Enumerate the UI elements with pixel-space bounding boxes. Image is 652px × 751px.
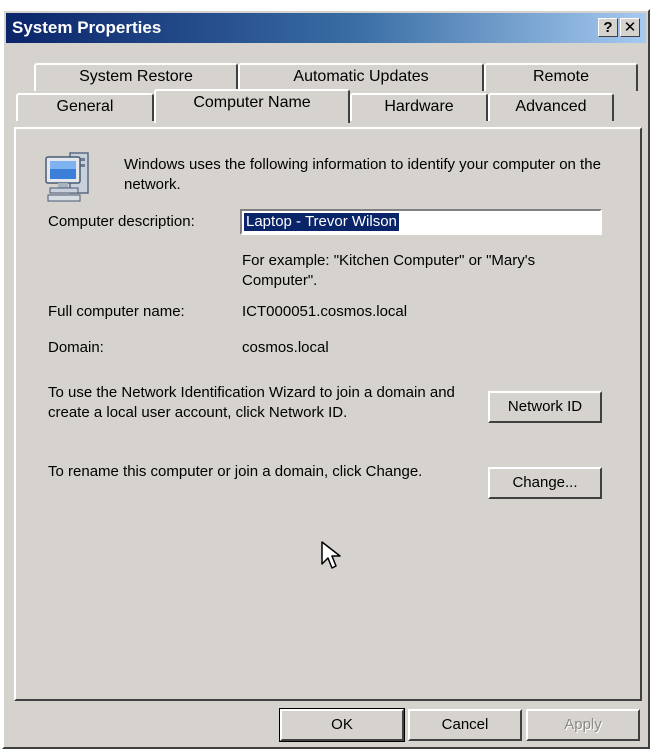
tab-hardware[interactable]: Hardware [350, 93, 488, 121]
network-id-text: To use the Network Identification Wizard… [48, 384, 455, 421]
domain-value: cosmos.local [242, 339, 329, 356]
intro-text: Windows uses the following information t… [124, 156, 601, 193]
cancel-button[interactable]: Cancel [408, 709, 522, 741]
tab-advanced[interactable]: Advanced [488, 93, 614, 121]
window-title: System Properties [12, 18, 162, 37]
selected-text: Laptop - Trevor Wilson [244, 213, 399, 231]
tab-general[interactable]: General [16, 93, 154, 121]
rename-text: To rename this computer or join a domain… [48, 463, 423, 480]
help-button[interactable]: ? [598, 18, 618, 37]
system-properties-window: System Properties ? ✕ System Restore Aut… [2, 9, 650, 749]
close-button[interactable]: ✕ [620, 18, 640, 37]
computer-description-label: Computer description: [48, 213, 195, 230]
network-id-button[interactable]: Network ID [488, 391, 602, 423]
tab-system-restore[interactable]: System Restore [34, 63, 238, 91]
computer-description-input[interactable]: Laptop - Trevor Wilson [240, 209, 602, 235]
example-text: For example: "Kitchen Computer" or "Mary… [242, 252, 536, 289]
change-button[interactable]: Change... [488, 467, 602, 499]
apply-button[interactable]: Apply [526, 709, 640, 741]
domain-label: Domain: [48, 339, 104, 356]
title-bar[interactable]: System Properties ? ✕ [6, 13, 646, 43]
tab-remote[interactable]: Remote [484, 63, 638, 91]
mouse-pointer-icon [321, 541, 341, 569]
ok-button[interactable]: OK [279, 708, 405, 742]
full-computer-name-value: ICT000051.cosmos.local [242, 303, 408, 320]
top-strip [0, 0, 652, 7]
tab-computer-name[interactable]: Computer Name [154, 89, 350, 123]
computer-name-panel: Windows uses the following information t… [14, 127, 642, 701]
full-computer-name-label: Full computer name: [48, 303, 185, 320]
computer-icon [45, 152, 89, 202]
tab-automatic-updates[interactable]: Automatic Updates [238, 63, 484, 91]
